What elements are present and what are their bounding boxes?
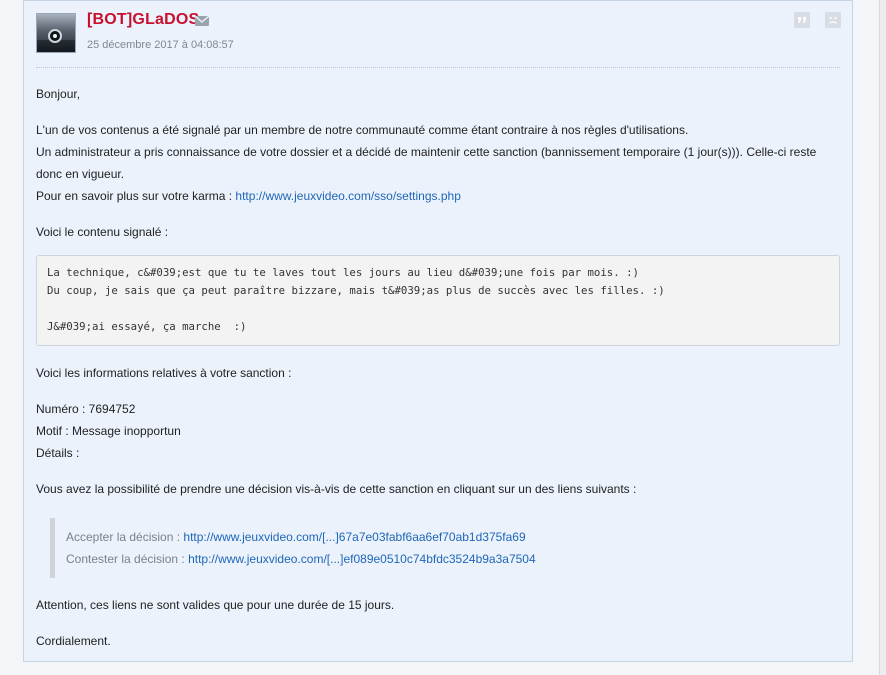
closing: Cordialement. <box>36 634 111 648</box>
author-name[interactable]: [BOT]GLaDOS <box>87 11 199 29</box>
message-card: [BOT]GLaDOS 25 décembre 2017 à 04:08:57 … <box>23 0 853 662</box>
message-body: Bonjour, L'un de vos contenus a été sign… <box>36 83 840 652</box>
avatar-eye <box>48 29 62 43</box>
header-divider <box>36 67 840 68</box>
contest-label: Contester la décision : <box>66 552 189 566</box>
accept-link[interactable]: http://www.jeuxvideo.com/[...]67a7e03fab… <box>183 530 525 544</box>
report-line-2: Un administrateur a pris connaissance de… <box>36 145 817 181</box>
report-line-1: L'un de vos contenus a été signalé par u… <box>36 123 689 137</box>
accept-label: Accepter la décision : <box>66 530 184 544</box>
quote-icon[interactable] <box>794 12 810 28</box>
contest-line: Contester la décision : http://www.jeuxv… <box>66 548 840 570</box>
karma-prefix: Pour en savoir plus sur votre karma : <box>36 189 236 203</box>
page-edge <box>879 0 886 675</box>
reported-content-box: La technique, c&#039;est que tu te laves… <box>36 255 840 346</box>
post-date: 25 décembre 2017 à 04:08:57 <box>87 39 234 51</box>
accept-line: Accepter la décision : http://www.jeuxvi… <box>66 526 840 548</box>
sanction-intro: Voici les informations relatives à votre… <box>36 366 292 380</box>
reported-intro: Voici le contenu signalé : <box>36 225 169 239</box>
avatar[interactable] <box>36 13 76 53</box>
karma-line: Pour en savoir plus sur votre karma : ht… <box>36 185 840 207</box>
motif-line: Motif : Message inopportun <box>36 424 181 438</box>
report-icon[interactable] <box>825 12 841 28</box>
decision-intro: Vous avez la possibilité de prendre une … <box>36 482 637 496</box>
contest-link[interactable]: http://www.jeuxvideo.com/[...]ef089e0510… <box>188 552 536 566</box>
details-line: Détails : <box>36 446 80 460</box>
numero-line: Numéro : 7694752 <box>36 402 136 416</box>
decision-links-quote: Accepter la décision : http://www.jeuxvi… <box>50 518 840 578</box>
envelope-icon[interactable] <box>195 16 209 26</box>
validity-note: Attention, ces liens ne sont valides que… <box>36 598 395 612</box>
karma-link[interactable]: http://www.jeuxvideo.com/sso/settings.ph… <box>235 189 460 203</box>
greeting: Bonjour, <box>36 87 81 101</box>
